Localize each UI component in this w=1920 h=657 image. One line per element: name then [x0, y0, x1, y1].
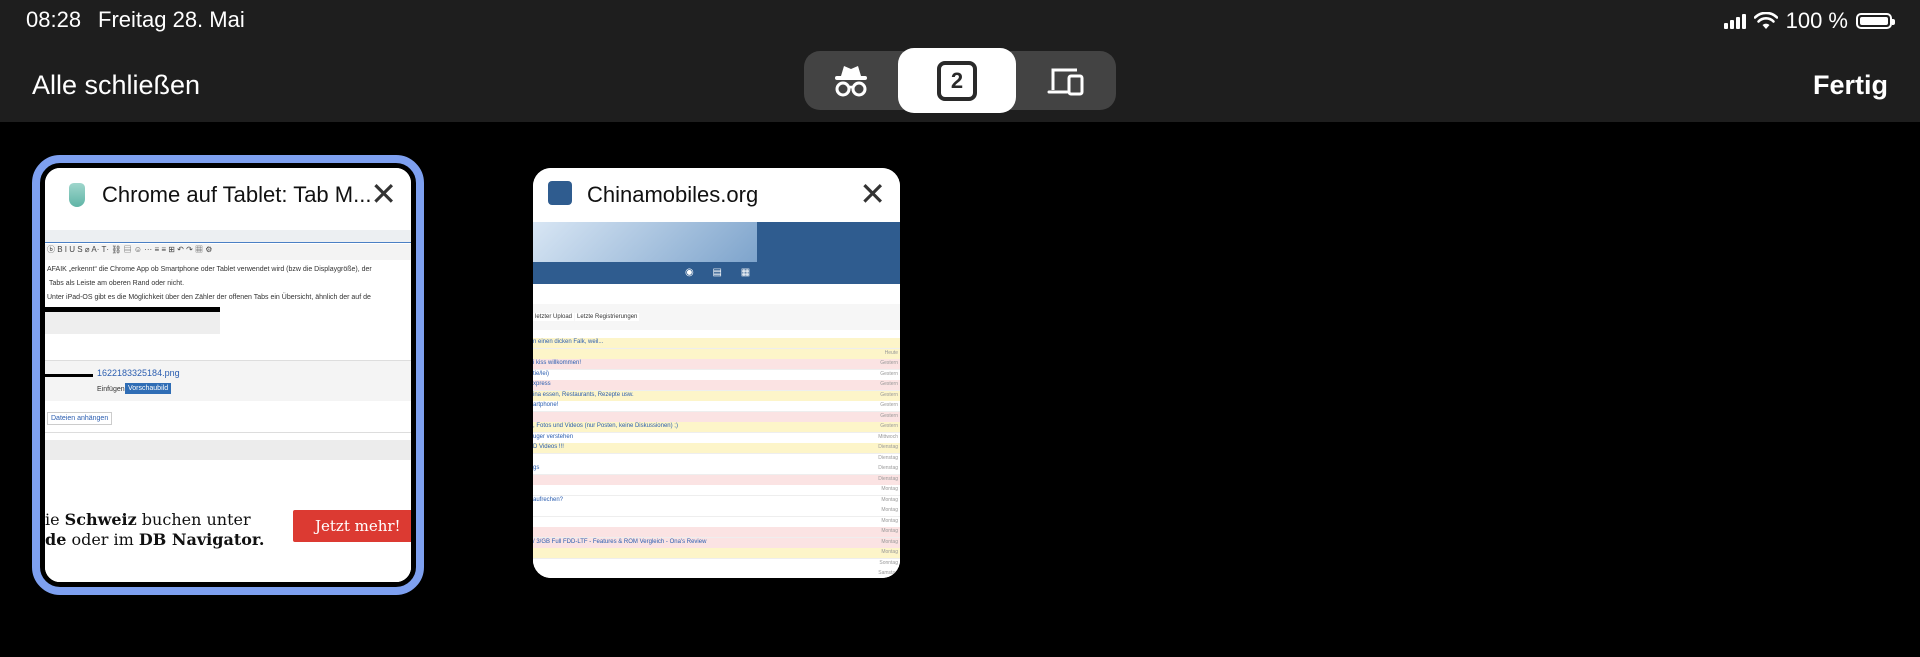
other-devices-button[interactable]: [1016, 51, 1116, 110]
thread-row[interactable]: Dienstag: [533, 474, 900, 486]
thread-date: Gestern: [880, 412, 898, 419]
signal-icon: [1723, 13, 1746, 29]
thread-date: Montag: [881, 517, 898, 524]
thread-title: aufrechen?: [533, 496, 564, 503]
attachment-thumb: [45, 374, 93, 377]
attach-files-button[interactable]: Dateien anhängen: [47, 412, 113, 425]
tab-preview: ⓑ B I U S ⌀ A· T· ⛓ ▤ ☺ ··· ≡ ≡ ⊞ ↶ ↷ ▦ …: [45, 222, 411, 582]
thread-date: Gestern: [880, 423, 898, 429]
thread-date: Montag: [881, 496, 898, 503]
thread-title: i kiss willkommen!: [533, 360, 582, 366]
ad-banner: ie Schweiz buchen unter de oder im DB Na…: [45, 462, 411, 582]
thread-date: Gestern: [880, 370, 898, 377]
battery-icon: [1856, 13, 1895, 29]
thread-row[interactable]: Montag: [533, 485, 900, 496]
tab-card-header: Chrome auf Tablet: Tab M... ✕: [45, 168, 411, 222]
tab-count-badge: 2: [937, 60, 977, 101]
close-all-button[interactable]: Alle schließen: [32, 70, 200, 101]
close-icon[interactable]: ✕: [370, 178, 397, 210]
thread-row[interactable]: tie/lei) Gestern: [533, 369, 900, 381]
thread-title: n einen dicken Falk, weil...: [533, 339, 604, 345]
site-header-image: [533, 222, 757, 262]
thread-title: uger verstehen: [533, 433, 574, 440]
site-favicon: [69, 183, 85, 207]
thread-row[interactable]: Heute: [533, 348, 900, 360]
thread-row[interactable]: gs Dienstag: [533, 464, 900, 475]
thread-row[interactable]: Montag: [533, 516, 900, 528]
thread-row[interactable]: Montag: [533, 506, 900, 517]
thread-date: Heute: [884, 349, 898, 356]
thread-date: Dienstag: [878, 465, 898, 471]
open-tabs-button[interactable]: 2: [898, 48, 1016, 113]
devices-icon: [1047, 68, 1084, 95]
thread-row[interactable]: Montag: [533, 548, 900, 559]
thread-date: Montag: [881, 486, 898, 492]
tab-card-1[interactable]: Chrome auf Tablet: Tab M... ✕ ⓑ B I U S …: [32, 155, 424, 595]
thread-row[interactable]: , Fotos und Videos (nur Posten, keine Di…: [533, 422, 900, 433]
tab-card-2[interactable]: Chinamobiles.org ✕ ◉ ▤ ▦ letzter Upload …: [533, 168, 900, 578]
thread-date: Dienstag: [878, 444, 898, 450]
status-time: 08:28: [26, 7, 82, 32]
thread-date: Montag: [881, 528, 898, 534]
insert-label[interactable]: Einfügen: [97, 386, 125, 393]
battery-percent: 100 %: [1785, 8, 1848, 33]
tab-card-header: Chinamobiles.org ✕: [533, 168, 900, 222]
thread-date: Samstag: [878, 570, 898, 576]
thread-title: D Videos !!!: [533, 444, 564, 450]
thread-date: Gestern: [880, 360, 898, 366]
thread-title: xpress: [533, 381, 551, 387]
thread-row[interactable]: / 3/GB Full FDD-LTF - Features & ROM Ver…: [533, 537, 900, 549]
done-button[interactable]: Fertig: [1813, 70, 1888, 101]
close-icon[interactable]: ✕: [859, 178, 886, 210]
site-nav-icons: ◉ ▤ ▦: [685, 267, 759, 278]
thread-row[interactable]: aufrechen? Montag: [533, 495, 900, 507]
thread-date: Montag: [881, 507, 898, 513]
tab-title: Chrome auf Tablet: Tab M...: [102, 182, 372, 207]
thread-date: Montag: [881, 549, 898, 555]
thread-row[interactable]: Montag: [533, 527, 900, 538]
thread-title: tie/lei): [533, 370, 550, 377]
status-indicators: 100 %: [1723, 8, 1895, 34]
tab-last-upload[interactable]: letzter Upload: [533, 313, 575, 321]
site-header-banner: ◉ ▤ ▦: [533, 222, 900, 284]
thread-date: Montag: [881, 538, 898, 545]
wifi-icon: [1753, 12, 1778, 29]
preview-image-button[interactable]: Vorschaubild: [125, 383, 172, 394]
thread-row[interactable]: Gestern: [533, 411, 900, 423]
thread-row[interactable]: ina essen, Restaurants, Rezepte usw. Gest…: [533, 390, 900, 402]
thread-date: Gestern: [880, 402, 898, 408]
thread-date: Dienstag: [878, 475, 898, 482]
thread-title: gs: [533, 465, 540, 471]
tab-title: Chinamobiles.org: [587, 182, 759, 207]
thread-row[interactable]: artphone! Gestern: [533, 401, 900, 412]
embedded-screenshot: [45, 307, 220, 334]
status-date: Freitag 28. Mai: [98, 7, 245, 32]
thread-date: Mittwoch: [878, 433, 898, 440]
thread-date: Sonntag: [879, 559, 898, 566]
thread-title: / 3/GB Full FDD-LTF - Features & ROM Ver…: [533, 538, 707, 545]
tab-mode-switcher: 2: [804, 48, 1116, 113]
thread-date: Dienstag: [878, 454, 898, 461]
thread-title: ina essen, Restaurants, Rezepte usw.: [533, 391, 634, 398]
thread-date: Gestern: [880, 391, 898, 398]
incognito-tabs-button[interactable]: [804, 51, 898, 110]
ad-cta-button[interactable]: Jetzt mehr!: [293, 510, 411, 542]
thread-row[interactable]: D Videos !!! Dienstag: [533, 443, 900, 454]
tab-last-registrations[interactable]: Letzte Registrierungen: [575, 313, 640, 321]
thread-row[interactable]: n einen dicken Falk, weil...: [533, 338, 900, 349]
thread-row[interactable]: Dienstag: [533, 453, 900, 465]
thread-row[interactable]: Samstag: [533, 569, 900, 578]
incognito-icon: [835, 65, 867, 96]
thread-date: Gestern: [880, 381, 898, 387]
thread-title: , Fotos und Videos (nur Posten, keine Di…: [533, 423, 678, 429]
editor-toolbar: ⓑ B I U S ⌀ A· T· ⛓ ▤ ☺ ··· ≡ ≡ ⊞ ↶ ↷ ▦ …: [45, 244, 411, 260]
thread-row[interactable]: xpress Gestern: [533, 380, 900, 391]
thread-row[interactable]: uger verstehen Mittwoch: [533, 432, 900, 444]
tab-preview: ◉ ▤ ▦ letzter Upload Letzte Registrierun…: [533, 222, 900, 578]
thread-row[interactable]: i kiss willkommen! Gestern: [533, 359, 900, 370]
thread-row[interactable]: Sonntag: [533, 558, 900, 570]
site-favicon: [548, 181, 572, 205]
attachment-filename[interactable]: 1622183325184.png: [97, 368, 180, 378]
thread-title: artphone!: [533, 402, 559, 408]
